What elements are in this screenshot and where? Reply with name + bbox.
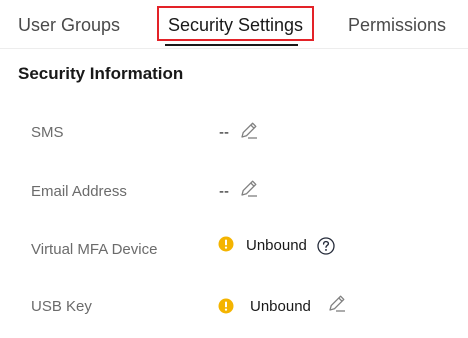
sms-value: -- (219, 124, 229, 141)
tab-bar: User Groups Security Settings Permission… (0, 0, 468, 49)
sms-label: SMS (31, 124, 64, 141)
email-value: -- (219, 183, 229, 200)
tab-permissions[interactable]: Permissions (348, 14, 446, 36)
section-title: Security Information (18, 64, 184, 83)
active-tab-indicator (165, 44, 298, 46)
virtual-mfa-label: Virtual MFA Device (31, 241, 158, 258)
virtual-mfa-value: Unbound (246, 237, 307, 254)
tab-user-groups[interactable]: User Groups (18, 14, 120, 36)
virtual-mfa-help-icon[interactable] (317, 237, 335, 255)
virtual-mfa-warning-icon (218, 236, 234, 252)
email-label: Email Address (31, 183, 127, 200)
usb-key-label: USB Key (31, 298, 92, 315)
tab-highlight-box (157, 6, 314, 41)
email-edit-icon[interactable] (239, 178, 259, 198)
usb-key-edit-icon[interactable] (327, 293, 347, 313)
usb-key-value: Unbound (250, 298, 311, 315)
usb-key-warning-icon (218, 298, 234, 314)
sms-edit-icon[interactable] (239, 120, 259, 140)
